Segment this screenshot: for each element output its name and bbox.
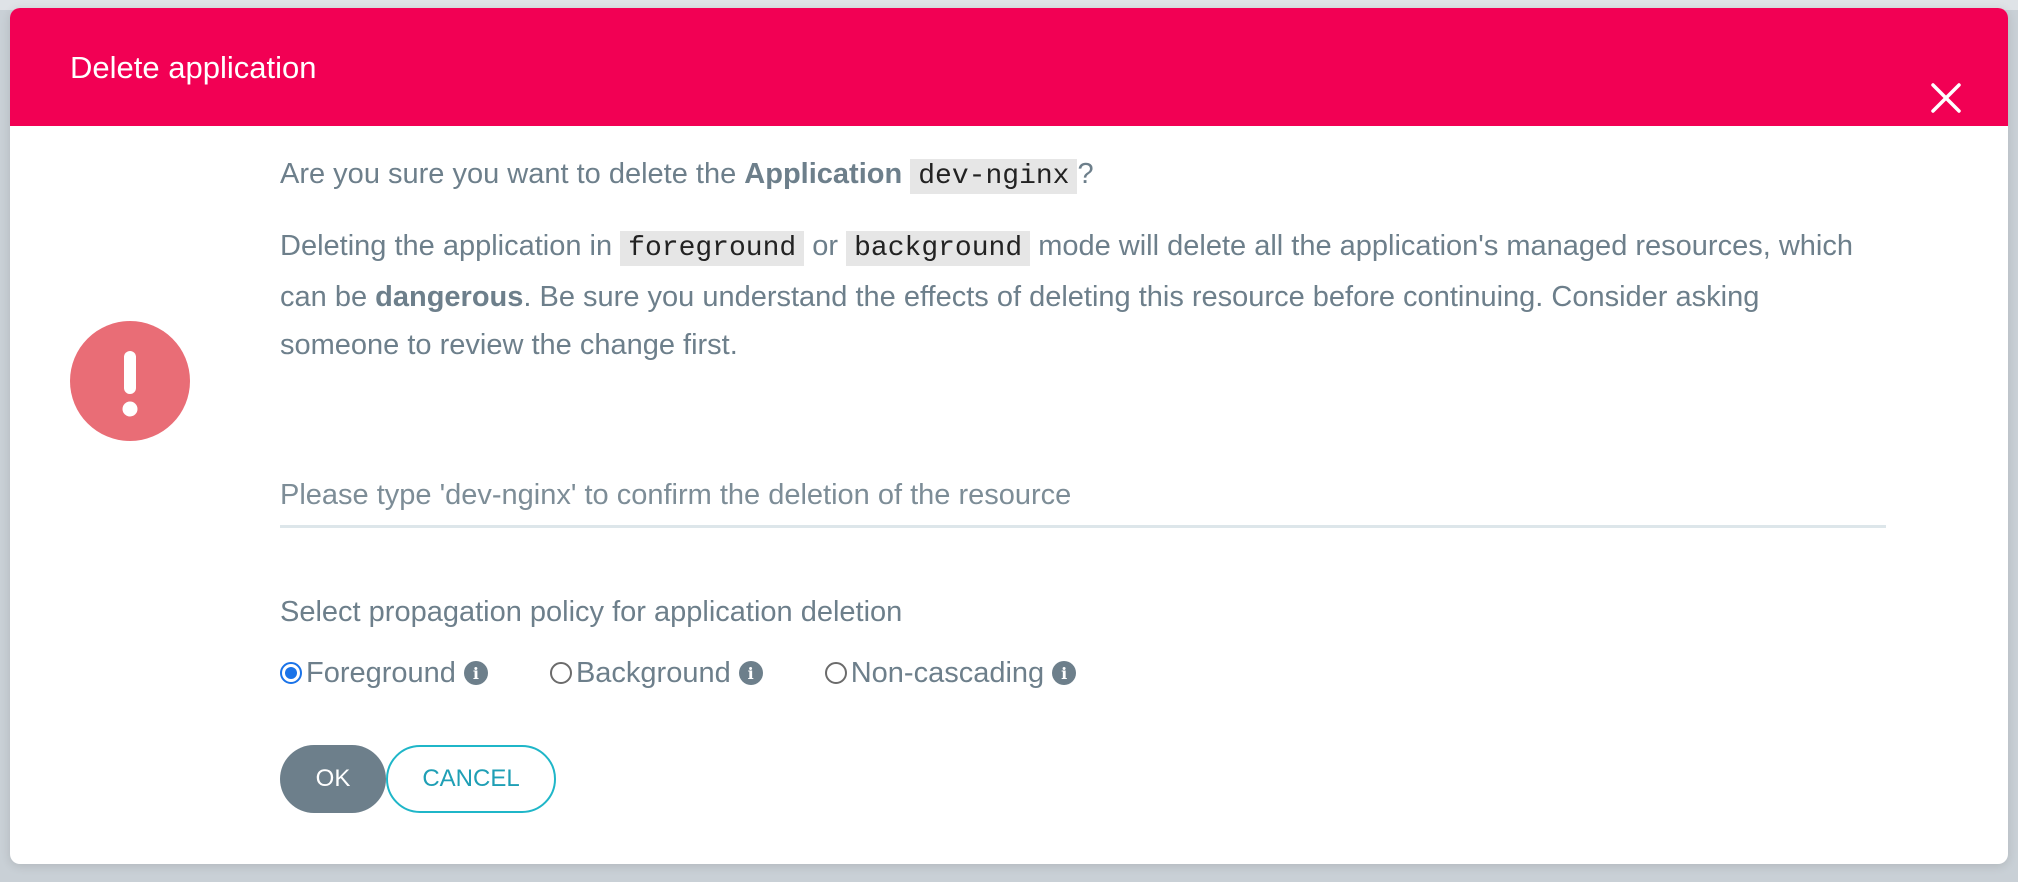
question-text: Are you sure you want to delete the bbox=[280, 158, 745, 190]
propagation-policy-radio-group: Foreground i Background i Non-cascading … bbox=[280, 653, 1138, 693]
radio-label-background: Background bbox=[575, 657, 731, 689]
close-button[interactable] bbox=[1928, 80, 1964, 116]
deletion-warning: Deleting the application in foreground o… bbox=[280, 222, 1870, 369]
info-icon[interactable]: i bbox=[463, 661, 488, 685]
dialog-actions: OK CANCEL bbox=[280, 745, 556, 813]
radio-button[interactable] bbox=[824, 662, 847, 684]
background-code: background bbox=[846, 231, 1031, 266]
ok-button[interactable]: OK bbox=[280, 745, 386, 813]
radio-button[interactable] bbox=[549, 662, 572, 684]
confirmation-question: Are you sure you want to delete the Appl… bbox=[280, 154, 1094, 197]
warning-text: or bbox=[804, 230, 847, 262]
radio-non-cascading[interactable]: Non-cascading i bbox=[824, 653, 1077, 693]
question-bold-text: Application bbox=[744, 158, 903, 190]
radio-label-non-cascading: Non-cascading bbox=[850, 657, 1045, 689]
info-icon[interactable]: i bbox=[1052, 661, 1077, 685]
dialog-title: Delete application bbox=[70, 50, 317, 85]
propagation-policy-label: Select propagation policy for applicatio… bbox=[280, 596, 903, 628]
close-icon bbox=[1931, 83, 1961, 113]
question-suffix: ? bbox=[1077, 158, 1094, 190]
radio-background[interactable]: Background i bbox=[549, 653, 763, 693]
radio-label-foreground: Foreground bbox=[306, 657, 456, 689]
confirm-name-input[interactable] bbox=[280, 466, 1886, 528]
warning-text: Deleting the application in bbox=[280, 230, 621, 262]
radio-button-checked[interactable] bbox=[280, 662, 302, 684]
application-name-code: dev-nginx bbox=[910, 159, 1078, 194]
radio-foreground[interactable]: Foreground i bbox=[280, 653, 488, 693]
exclamation-circle-icon bbox=[70, 321, 190, 441]
dialog-header: Delete application bbox=[10, 8, 2008, 126]
cancel-button[interactable]: CANCEL bbox=[386, 745, 556, 813]
warning-bold-text: dangerous bbox=[375, 281, 524, 313]
info-icon[interactable]: i bbox=[738, 661, 763, 685]
foreground-code: foreground bbox=[620, 231, 805, 266]
delete-application-dialog: Delete application Are you sure you want… bbox=[10, 8, 2008, 864]
